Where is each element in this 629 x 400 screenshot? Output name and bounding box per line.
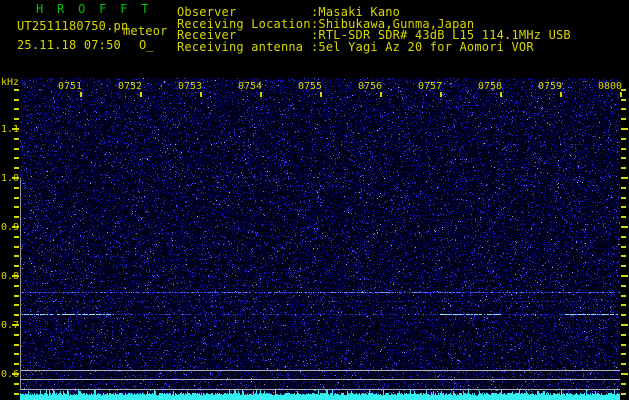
plot-left-divider (20, 178, 21, 389)
datetime-label: 25.11.18 07:50 (17, 38, 121, 52)
y-tick-minor (14, 353, 19, 355)
y-tick-label: 0.7 (1, 320, 20, 331)
y-tick-minor (14, 157, 19, 159)
y-tick-minor-right (621, 206, 626, 208)
y-tick-major-right (621, 226, 628, 228)
y-tick-minor (14, 363, 19, 365)
y-tick-minor (14, 197, 19, 199)
y-tick-minor (14, 206, 19, 208)
y-tick-minor (14, 118, 19, 120)
y-tick-minor (14, 108, 19, 110)
y-tick-minor (14, 138, 19, 140)
x-tick-label: 0757 (418, 81, 443, 92)
y-tick-minor (14, 255, 19, 257)
y-tick-minor-right (621, 118, 626, 120)
y-tick-label: 0.8 (1, 271, 20, 282)
meta-label-antenna: Receiving antenna (177, 40, 304, 54)
y-tick-minor-right (621, 197, 626, 199)
output-filename-suffix: meteor (123, 24, 168, 38)
y-tick-major-right (621, 177, 628, 179)
level-reference-line (20, 370, 620, 371)
y-tick-minor (14, 265, 19, 267)
y-tick-minor-right (621, 295, 626, 297)
y-tick-minor-right (621, 285, 626, 287)
x-tick-label: 0756 (358, 81, 383, 92)
y-tick-label: 0.6 (1, 369, 20, 380)
x-tick (320, 92, 322, 97)
y-tick-minor (14, 216, 19, 218)
spectrogram-canvas (20, 78, 620, 400)
y-tick-minor-right (621, 393, 626, 395)
y-tick-major-right (621, 128, 628, 130)
x-tick-label: 0755 (298, 81, 323, 92)
level-reference-line (20, 389, 620, 390)
x-tick-label: 0754 (238, 81, 263, 92)
y-axis-unit-label: kHz (1, 77, 20, 88)
y-tick-label: 1.1 (1, 124, 20, 135)
x-tick-label: 0751 (58, 81, 83, 92)
y-tick-minor (14, 334, 19, 336)
app-title: H R O F F T (36, 2, 152, 16)
x-tick (500, 92, 502, 97)
x-tick-label: 0752 (118, 81, 143, 92)
y-tick-minor-right (621, 314, 626, 316)
y-tick-minor-right (621, 99, 626, 101)
hrofft-window: H R O F F T UT2511180750.pn meteor 25.11… (0, 0, 629, 400)
y-tick-minor-right (621, 304, 626, 306)
y-tick-minor (14, 393, 19, 395)
x-tick (140, 92, 142, 97)
x-tick-label: 0753 (178, 81, 203, 92)
y-tick-minor-right (621, 363, 626, 365)
y-tick-minor (14, 167, 19, 169)
y-tick-label: 1.0 (1, 173, 20, 184)
y-tick-minor (14, 314, 19, 316)
x-tick-label: 0759 (538, 81, 563, 92)
y-tick-minor (14, 344, 19, 346)
y-tick-minor-right (621, 89, 626, 91)
y-tick-minor (14, 99, 19, 101)
y-tick-major-right (621, 373, 628, 375)
meta-value-antenna: :5el Yagi Az 20 for Aomori VOR (311, 40, 534, 54)
x-tick-label: 0800 (598, 81, 623, 92)
y-tick-minor-right (621, 265, 626, 267)
y-tick-minor-right (621, 236, 626, 238)
x-tick (380, 92, 382, 97)
y-tick-minor-right (621, 383, 626, 385)
y-tick-minor-right (621, 138, 626, 140)
x-tick (200, 92, 202, 97)
y-tick-minor-right (621, 353, 626, 355)
x-tick (80, 92, 82, 97)
y-tick-minor-right (621, 157, 626, 159)
y-tick-minor (14, 187, 19, 189)
x-tick (440, 92, 442, 97)
y-tick-minor (14, 148, 19, 150)
y-tick-minor-right (621, 108, 626, 110)
y-tick-minor-right (621, 167, 626, 169)
y-tick-major-right (621, 275, 628, 277)
y-tick-minor-right (621, 148, 626, 150)
x-tick (260, 92, 262, 97)
y-tick-minor-right (621, 255, 626, 257)
y-tick-minor (14, 285, 19, 287)
y-tick-minor-right (621, 344, 626, 346)
y-tick-label: 0.9 (1, 222, 20, 233)
y-tick-minor (14, 304, 19, 306)
x-tick (620, 92, 622, 97)
y-tick-minor (14, 246, 19, 248)
x-tick (560, 92, 562, 97)
level-reference-line (20, 379, 620, 380)
y-tick-minor-right (621, 216, 626, 218)
y-tick-minor (14, 236, 19, 238)
y-tick-minor-right (621, 246, 626, 248)
y-tick-minor-right (621, 334, 626, 336)
status-cursor: O_ (139, 38, 154, 52)
y-tick-minor (14, 383, 19, 385)
x-tick-label: 0758 (478, 81, 503, 92)
y-tick-minor (14, 89, 19, 91)
y-tick-minor-right (621, 187, 626, 189)
y-tick-major-right (621, 324, 628, 326)
y-tick-minor (14, 295, 19, 297)
output-filename: UT2511180750.pn (17, 19, 129, 33)
